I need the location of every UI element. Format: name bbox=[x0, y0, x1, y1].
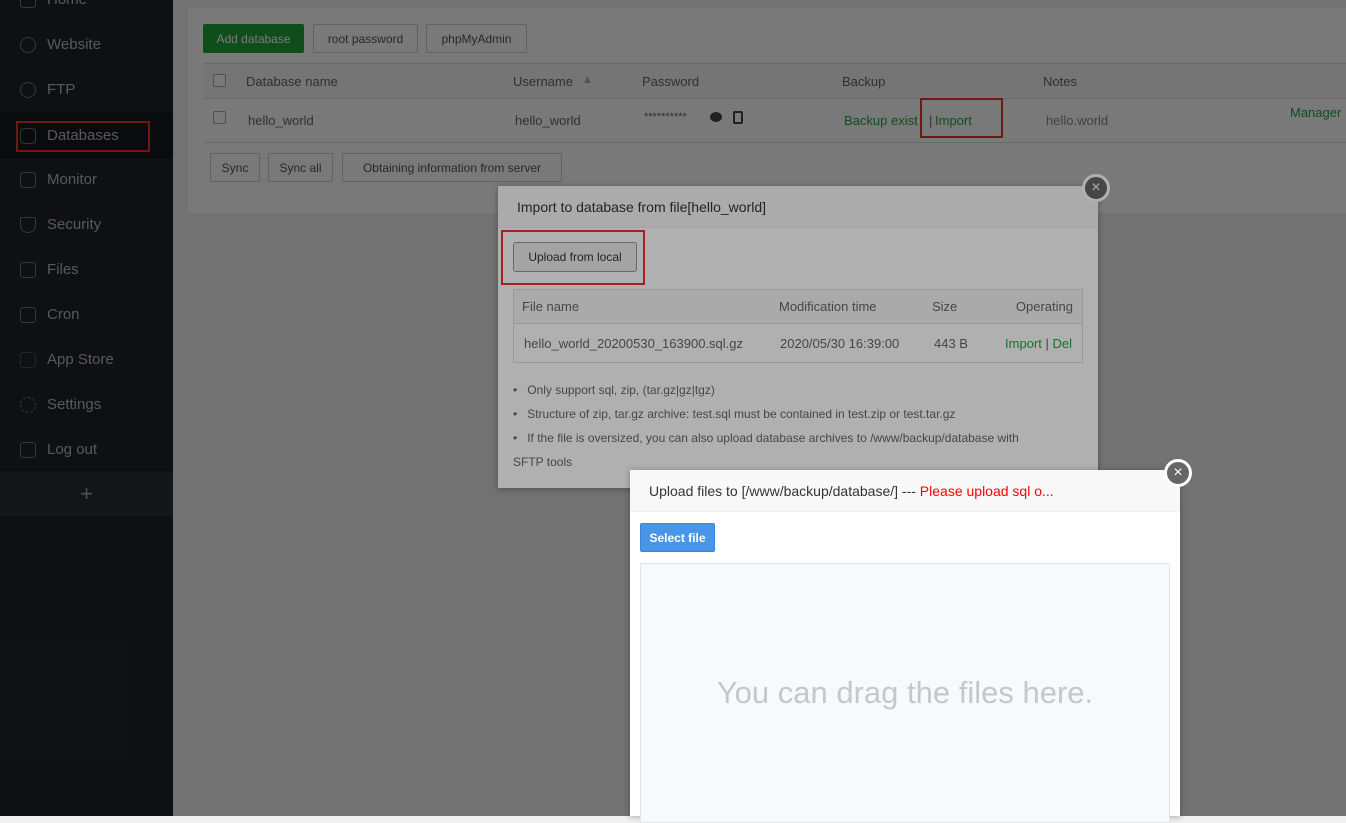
upload-dialog: Upload files to [/www/backup/database/] … bbox=[630, 470, 1180, 823]
upload-dialog-close-icon[interactable]: × bbox=[1164, 459, 1192, 487]
drop-zone-text: You can drag the files here. bbox=[716, 675, 1094, 710]
file-drop-zone[interactable]: You can drag the files here. bbox=[640, 563, 1170, 823]
upload-title-text: Upload files to [/www/backup/database/] … bbox=[649, 483, 920, 499]
select-file-button[interactable]: Select file bbox=[640, 523, 715, 552]
upload-dialog-title: Upload files to [/www/backup/database/] … bbox=[630, 470, 1180, 512]
upload-warning-text: Please upload sql o... bbox=[919, 483, 1054, 499]
